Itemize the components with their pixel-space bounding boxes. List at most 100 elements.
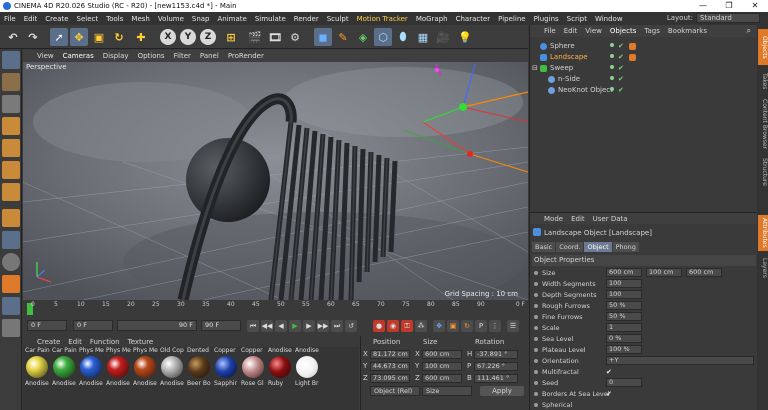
model-mode-icon[interactable] bbox=[2, 73, 20, 91]
polygons-mode-icon[interactable] bbox=[2, 183, 20, 201]
rotate-tool-icon[interactable]: ↻ bbox=[110, 28, 128, 46]
material-swatch[interactable]: Copper Rose Gl bbox=[241, 347, 266, 387]
tab-coord[interactable]: Coord. bbox=[556, 242, 584, 252]
recent-tools-icon[interactable]: ✚ bbox=[132, 28, 150, 46]
material-swatch[interactable]: Dented Beer Bo bbox=[187, 347, 212, 387]
attribute-menu-mode[interactable]: Mode bbox=[544, 215, 563, 223]
perspective-viewport[interactable]: Perspective Grid Spacing : 10 cm bbox=[23, 62, 528, 300]
viewport-menu-display[interactable]: Display bbox=[103, 52, 129, 60]
viewport-menu-options[interactable]: Options bbox=[138, 52, 165, 60]
loop-icon[interactable]: ↺ bbox=[345, 320, 357, 332]
timeline-ruler[interactable]: 0 5 10 15 20 25 30 35 40 45 50 55 60 65 … bbox=[23, 300, 528, 318]
material-menu-edit[interactable]: Edit bbox=[68, 338, 82, 346]
undo-icon[interactable]: ↶ bbox=[4, 28, 22, 46]
deformer-icon[interactable]: ⬮ bbox=[394, 28, 412, 46]
menu-window[interactable]: Window bbox=[595, 15, 623, 23]
keyframe-selection-icon[interactable]: ⚿ bbox=[401, 320, 413, 332]
go-to-start-icon[interactable]: ⏮ bbox=[247, 320, 259, 332]
menu-character[interactable]: Character bbox=[456, 15, 491, 23]
material-menu-create[interactable]: Create bbox=[37, 338, 60, 346]
record-point-level-icon[interactable]: ⁂ bbox=[415, 320, 427, 332]
object-menu-view[interactable]: View bbox=[585, 27, 602, 35]
object-row-n-side[interactable]: n-Side ✔ bbox=[530, 74, 758, 85]
select-tool-icon[interactable]: ➚ bbox=[50, 28, 68, 46]
animation-dot[interactable] bbox=[534, 282, 538, 286]
layout-icon[interactable] bbox=[2, 297, 20, 315]
coordinate-system-icon[interactable]: ⊞ bbox=[222, 28, 240, 46]
animation-dot[interactable] bbox=[534, 359, 538, 363]
redo-icon[interactable]: ↷ bbox=[24, 28, 42, 46]
scale-input[interactable]: 1 bbox=[606, 323, 642, 332]
tab-phong[interactable]: Phong bbox=[612, 242, 639, 252]
tab-structure[interactable]: Structure bbox=[758, 155, 768, 189]
sea-level-input[interactable]: 0 % bbox=[606, 334, 642, 343]
object-search-icon[interactable]: ⌕ bbox=[747, 26, 751, 36]
material-swatch[interactable]: Old Cop Anodise bbox=[160, 347, 185, 387]
size-z-field[interactable]: 600 cm bbox=[422, 374, 462, 383]
tab-layers[interactable]: Layers bbox=[758, 255, 768, 281]
object-menu-file[interactable]: File bbox=[544, 27, 556, 35]
size-z-input[interactable]: 600 cm bbox=[686, 268, 722, 277]
attribute-menu-edit[interactable]: Edit bbox=[571, 215, 585, 223]
object-menu-bookmarks[interactable]: Bookmarks bbox=[668, 27, 707, 35]
previous-frame-icon[interactable]: ◀ bbox=[275, 320, 287, 332]
animation-dot[interactable] bbox=[534, 304, 538, 308]
collapse-icon[interactable]: ⊟ bbox=[532, 63, 538, 74]
rotation-b-field[interactable]: 111.461 ° bbox=[474, 374, 518, 383]
menu-pipeline[interactable]: Pipeline bbox=[498, 15, 525, 23]
menu-select[interactable]: Select bbox=[77, 15, 99, 23]
y-axis-lock-button[interactable]: Y bbox=[180, 29, 196, 45]
pen-spline-icon[interactable]: ✎ bbox=[334, 28, 352, 46]
visibility-dot[interactable] bbox=[610, 76, 614, 80]
size-x-input[interactable]: 600 cm bbox=[606, 268, 642, 277]
material-swatch[interactable]: Phys Me Anodise bbox=[79, 347, 104, 387]
end-frame-field[interactable]: 90 F bbox=[201, 320, 241, 331]
viewport-menu-view[interactable]: View bbox=[37, 52, 54, 60]
camera-icon[interactable]: 🎥 bbox=[434, 28, 452, 46]
menu-sculpt[interactable]: Sculpt bbox=[327, 15, 349, 23]
menu-script[interactable]: Script bbox=[567, 15, 587, 23]
maximize-button[interactable]: ❐ bbox=[716, 0, 742, 12]
material-swatch[interactable]: Phys Me Anodise bbox=[106, 347, 131, 387]
seed-input[interactable]: 0 bbox=[606, 378, 642, 387]
menu-animate[interactable]: Animate bbox=[218, 15, 247, 23]
object-row-neoknot[interactable]: NeoKnot Object ✔ bbox=[530, 85, 758, 96]
layout-dropdown[interactable]: Standard bbox=[696, 13, 760, 23]
next-key-icon[interactable]: ▶▶ bbox=[317, 320, 329, 332]
menu-motion-tracker[interactable]: Motion Tracker bbox=[357, 15, 408, 23]
rough-furrows-input[interactable]: 50 % bbox=[606, 301, 642, 310]
current-frame-field[interactable]: 0 F bbox=[73, 320, 113, 331]
plateau-level-input[interactable]: 100 % bbox=[606, 345, 642, 354]
menu-mesh[interactable]: Mesh bbox=[131, 15, 149, 23]
material-swatch[interactable]: Copper Sapphir bbox=[214, 347, 239, 387]
material-swatch[interactable]: Phys Me Anodise bbox=[133, 347, 158, 387]
width-segments-input[interactable]: 100 bbox=[606, 279, 642, 288]
autokey-icon[interactable]: ◉ bbox=[387, 320, 399, 332]
object-row-sphere[interactable]: Sphere ✔ bbox=[530, 41, 758, 52]
next-frame-icon[interactable]: ▶ bbox=[303, 320, 315, 332]
visibility-dot[interactable] bbox=[610, 43, 614, 47]
menu-simulate[interactable]: Simulate bbox=[255, 15, 286, 23]
point-level-key-icon[interactable]: ⋮ bbox=[489, 320, 501, 332]
start-frame-field[interactable]: 0 F bbox=[27, 320, 67, 331]
enabled-check-icon[interactable]: ✔ bbox=[618, 41, 624, 52]
position-key-icon[interactable]: ✥ bbox=[433, 320, 445, 332]
go-to-end-icon[interactable]: ⏭ bbox=[331, 320, 343, 332]
menu-create[interactable]: Create bbox=[45, 15, 68, 23]
floor-icon[interactable]: ▦ bbox=[414, 28, 432, 46]
texture-mode-icon[interactable] bbox=[2, 95, 20, 113]
scale-key-icon[interactable]: ▣ bbox=[447, 320, 459, 332]
animation-dot[interactable] bbox=[534, 403, 538, 407]
parameter-key-icon[interactable]: P bbox=[475, 320, 487, 332]
snapping-icon[interactable] bbox=[2, 253, 20, 271]
texture-tag-icon[interactable] bbox=[629, 54, 636, 61]
visibility-dot[interactable] bbox=[610, 54, 614, 58]
size-x-field[interactable]: 600 cm bbox=[422, 350, 462, 359]
menu-mograph[interactable]: MoGraph bbox=[416, 15, 448, 23]
orientation-dropdown[interactable]: +Y bbox=[606, 356, 754, 365]
tab-object[interactable]: Object bbox=[584, 242, 612, 252]
animation-dot[interactable] bbox=[534, 348, 538, 352]
render-picture-viewer-icon[interactable]: 🎞 bbox=[266, 28, 284, 46]
x-axis-lock-button[interactable]: X bbox=[160, 29, 176, 45]
size-mode-dropdown[interactable]: Size bbox=[422, 386, 472, 396]
